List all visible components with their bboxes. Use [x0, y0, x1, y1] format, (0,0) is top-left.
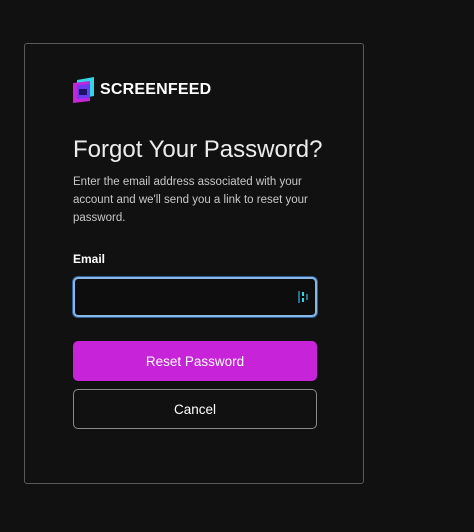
page-description: Enter the email address associated with … — [73, 176, 308, 224]
email-field-wrapper — [73, 277, 317, 317]
page-title: Forgot Your Password? — [73, 136, 323, 163]
password-manager-icon[interactable] — [298, 290, 310, 304]
reset-password-button[interactable]: Reset Password — [73, 341, 317, 381]
forgot-password-card: SCREENFEED Forgot Your Password? Enter t… — [24, 43, 364, 484]
brand-name: SCREENFEED — [100, 81, 212, 98]
brand: SCREENFEED — [73, 76, 211, 104]
email-label: Email — [73, 252, 106, 266]
email-field[interactable] — [75, 279, 315, 315]
cancel-button[interactable]: Cancel — [73, 389, 317, 429]
screenfeed-logo-icon — [73, 77, 94, 103]
